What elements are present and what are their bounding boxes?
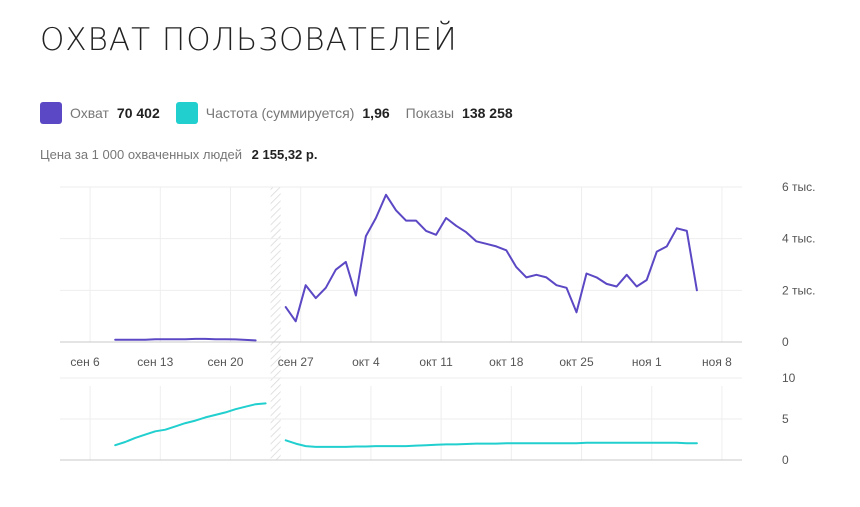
reach-line-segment-1 [114,337,257,342]
frequency-line-segment-2 [284,439,698,448]
x-tick-label: ноя 1 [632,355,662,369]
x-tick-label: сен 6 [70,355,100,369]
frequency-line-segment-1 [114,402,267,447]
x-tick-label: ноя 8 [702,355,732,369]
y-tick-label: 5 [782,412,789,426]
y-tick-label: 0 [782,335,789,349]
y-tick-label: 4 тыс. [782,232,815,246]
y-tick-label: 10 [782,371,796,385]
x-tick-label: окт 25 [559,355,594,369]
y-tick-label: 6 тыс. [782,180,815,194]
reach-chart[interactable]: 6 тыс. 4 тыс. 2 тыс. 0 10 5 0 сен 6 сен 13 сен 20… [0,0,860,507]
reach-line-segment-2 [284,193,698,323]
y-tick-label: 0 [782,453,789,467]
x-tick-label: окт 11 [419,355,453,369]
x-tick-label: сен 20 [207,355,243,369]
x-tick-label: сен 27 [278,355,314,369]
x-tick-label: окт 18 [489,355,524,369]
y-tick-label: 2 тыс. [782,283,815,297]
x-tick-label: окт 4 [352,355,380,369]
x-tick-label: сен 13 [137,355,173,369]
